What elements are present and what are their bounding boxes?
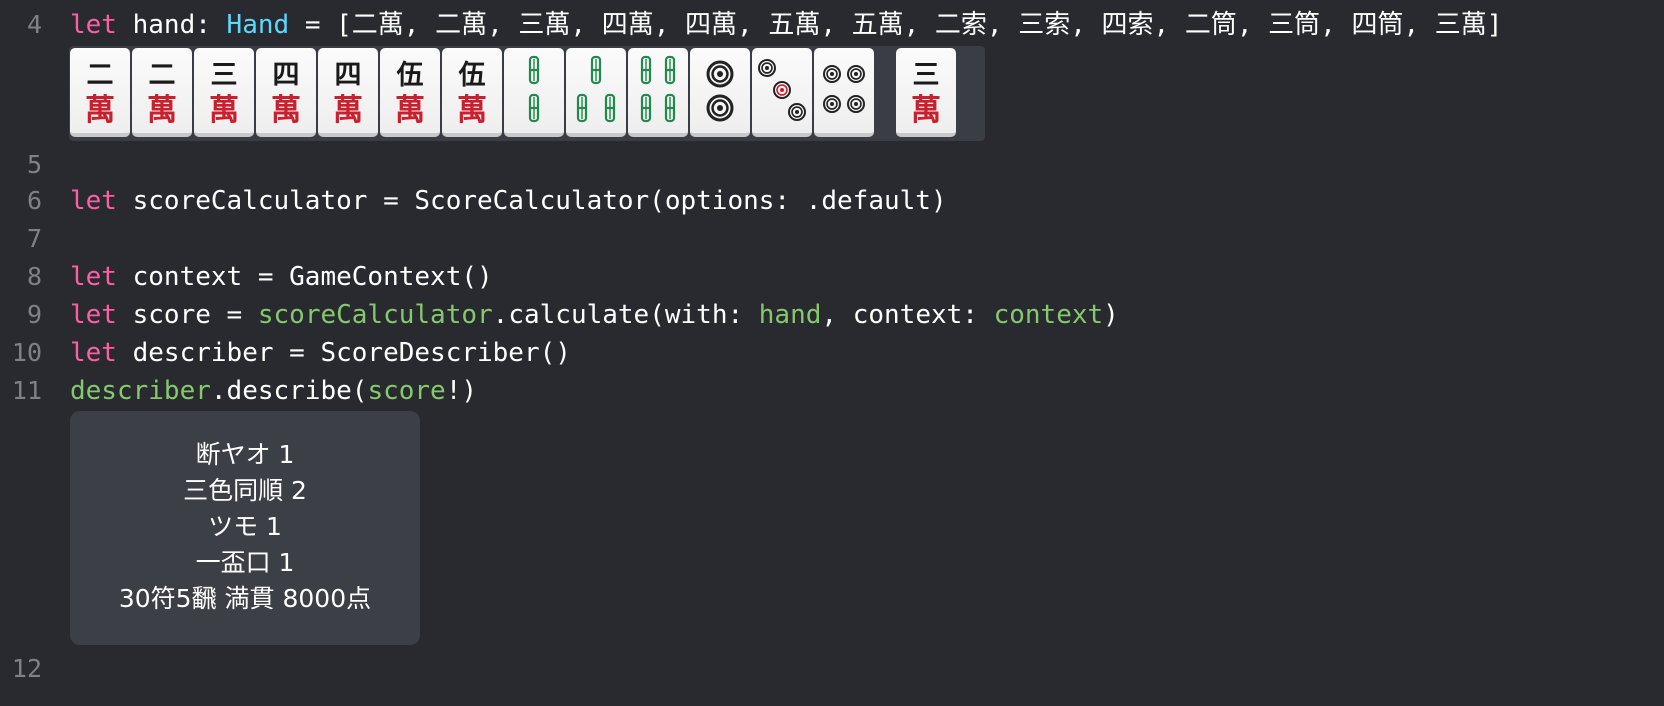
mahjong-tile-pin bbox=[752, 48, 812, 137]
tile-numeral: 二 bbox=[87, 60, 114, 91]
circle-dot-icon bbox=[847, 95, 865, 113]
mahjong-tile-man: 四萬 bbox=[318, 48, 378, 137]
circle-dot-icon bbox=[706, 60, 734, 88]
bamboo-stick-icon bbox=[664, 93, 676, 123]
keyword-let: let bbox=[70, 300, 117, 330]
circle-dot-icon bbox=[823, 95, 841, 113]
mahjong-tile-pin bbox=[690, 48, 750, 137]
tile-numeral: 伍 bbox=[459, 60, 486, 91]
bamboo-stick-icon bbox=[664, 55, 676, 85]
tile-numeral: 三 bbox=[913, 60, 940, 91]
type-name: Hand bbox=[226, 10, 290, 40]
code-text: context = GameContext() bbox=[116, 262, 493, 292]
bamboo-stick-icon bbox=[528, 55, 540, 85]
tile-numeral: 二 bbox=[149, 60, 176, 91]
mahjong-tile-man: 二萬 bbox=[70, 48, 130, 137]
line-number-7: 7 bbox=[26, 224, 42, 253]
variable-reference: context bbox=[993, 300, 1104, 330]
circle-dot-icon bbox=[773, 81, 791, 99]
line-number-10: 10 bbox=[11, 338, 42, 367]
tile-suit-glyph: 萬 bbox=[395, 93, 425, 128]
keyword-let: let bbox=[70, 262, 117, 292]
tile-suit-glyph: 萬 bbox=[271, 93, 301, 128]
mahjong-tile-pin bbox=[814, 48, 874, 137]
code-text: scoreCalculator = ScoreCalculator(option… bbox=[116, 186, 947, 216]
tile-suit-glyph: 萬 bbox=[457, 93, 487, 128]
code-text: ) bbox=[1103, 300, 1119, 330]
declaration-name: hand: bbox=[116, 10, 227, 40]
circle-dot-icon bbox=[823, 65, 841, 83]
code-text: .describe( bbox=[210, 376, 368, 406]
code-text: !) bbox=[445, 376, 478, 406]
code-line-4[interactable]: let hand: Hand = [二萬, 二萬, 三萬, 四萬, 四萬, 五萬… bbox=[70, 8, 1502, 42]
code-line-11[interactable]: describer.describe(score!) bbox=[70, 374, 477, 408]
circle-dot-icon bbox=[706, 94, 734, 122]
variable-reference: scoreCalculator bbox=[257, 300, 493, 330]
mahjong-tile-man: 伍萬 bbox=[380, 48, 440, 137]
bamboo-stick-icon bbox=[640, 93, 652, 123]
tile-suit-glyph: 萬 bbox=[911, 93, 941, 128]
line-number-5: 5 bbox=[26, 150, 42, 179]
bamboo-stick-icon bbox=[576, 93, 588, 123]
code-text: , context: bbox=[821, 300, 994, 330]
tile-numeral: 四 bbox=[335, 60, 362, 91]
mahjong-tile-sou bbox=[628, 48, 688, 137]
code-text: .calculate(with: bbox=[492, 300, 759, 330]
tile-suit-glyph: 萬 bbox=[147, 93, 177, 128]
tile-numeral: 伍 bbox=[397, 60, 424, 91]
circle-dot-icon bbox=[788, 103, 806, 121]
hand-tiles-preview: 二萬二萬三萬四萬四萬伍萬伍萬三萬 bbox=[69, 46, 985, 141]
result-line-sanshoku: 三色同順 2 bbox=[183, 476, 307, 505]
bamboo-stick-icon bbox=[604, 93, 616, 123]
line-number-11: 11 bbox=[11, 376, 42, 405]
keyword-let: let bbox=[70, 186, 117, 216]
code-line-6[interactable]: let scoreCalculator = ScoreCalculator(op… bbox=[70, 184, 947, 218]
mahjong-tile-man: 三萬 bbox=[896, 48, 956, 137]
code-text: describer = ScoreDescriber() bbox=[116, 338, 571, 368]
line-number-8: 8 bbox=[26, 262, 42, 291]
result-line-total: 30符5飜 満貫 8000点 bbox=[118, 584, 372, 613]
variable-reference: score bbox=[367, 376, 446, 406]
result-line-tanyao: 断ヤオ 1 bbox=[195, 440, 295, 469]
mahjong-tile-man: 二萬 bbox=[132, 48, 192, 137]
mahjong-tile-man: 四萬 bbox=[256, 48, 316, 137]
bamboo-stick-icon bbox=[590, 55, 602, 85]
tile-suit-glyph: 萬 bbox=[85, 93, 115, 128]
mahjong-tile-sou bbox=[504, 48, 564, 137]
tile-numeral: 四 bbox=[273, 60, 300, 91]
tile-numeral: 三 bbox=[211, 60, 238, 91]
tile-suit-glyph: 萬 bbox=[333, 93, 363, 128]
hand-array-literal: = [二萬, 二萬, 三萬, 四萬, 四萬, 五萬, 五萬, 二索, 三索, 四… bbox=[289, 10, 1503, 40]
result-line-iipeikou: 一盃口 1 bbox=[195, 548, 295, 577]
code-line-8[interactable]: let context = GameContext() bbox=[70, 260, 493, 294]
line-number-9: 9 bbox=[26, 300, 42, 329]
code-line-10[interactable]: let describer = ScoreDescriber() bbox=[70, 336, 571, 370]
keyword-let: let bbox=[70, 10, 117, 40]
tile-suit-glyph: 萬 bbox=[209, 93, 239, 128]
bamboo-stick-icon bbox=[640, 55, 652, 85]
bamboo-stick-icon bbox=[528, 93, 540, 123]
line-number-12: 12 bbox=[11, 654, 42, 683]
code-text: score = bbox=[116, 300, 258, 330]
line-number-6: 6 bbox=[26, 186, 42, 215]
mahjong-tile-man: 三萬 bbox=[194, 48, 254, 137]
circle-dot-icon bbox=[758, 59, 776, 77]
code-line-9[interactable]: let score = scoreCalculator.calculate(wi… bbox=[70, 298, 1119, 332]
variable-reference: hand bbox=[758, 300, 822, 330]
circle-dot-icon bbox=[847, 65, 865, 83]
mahjong-tile-man: 伍萬 bbox=[442, 48, 502, 137]
result-line-tsumo: ツモ 1 bbox=[208, 512, 282, 541]
score-result-panel: 断ヤオ 1 三色同順 2 ツモ 1 一盃口 1 30符5飜 満貫 8000点 bbox=[70, 411, 420, 645]
variable-reference: describer bbox=[70, 376, 211, 406]
keyword-let: let bbox=[70, 338, 117, 368]
line-number-4: 4 bbox=[26, 10, 42, 39]
mahjong-tile-sou bbox=[566, 48, 626, 137]
